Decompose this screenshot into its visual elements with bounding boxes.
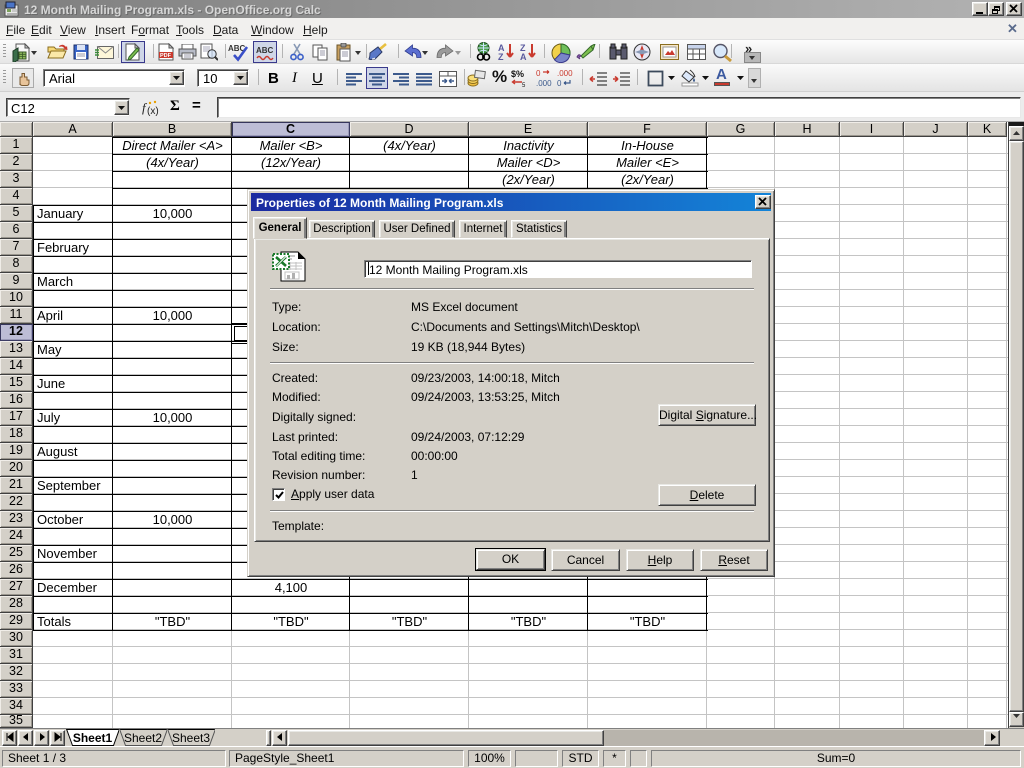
svg-text:.000: .000 — [536, 79, 552, 88]
svg-text:5: 5 — [522, 83, 526, 88]
svg-text:A: A — [520, 52, 527, 62]
svg-text:ABC: ABC — [256, 46, 274, 55]
svg-text:0: 0 — [557, 79, 562, 88]
svg-text:PDF: PDF — [160, 53, 172, 59]
svg-text:0: 0 — [536, 69, 541, 78]
svg-text:.000: .000 — [557, 69, 573, 78]
svg-text:(x): (x) — [147, 106, 159, 116]
svg-text:Z: Z — [498, 52, 504, 62]
svg-text:$%: $% — [511, 69, 524, 79]
